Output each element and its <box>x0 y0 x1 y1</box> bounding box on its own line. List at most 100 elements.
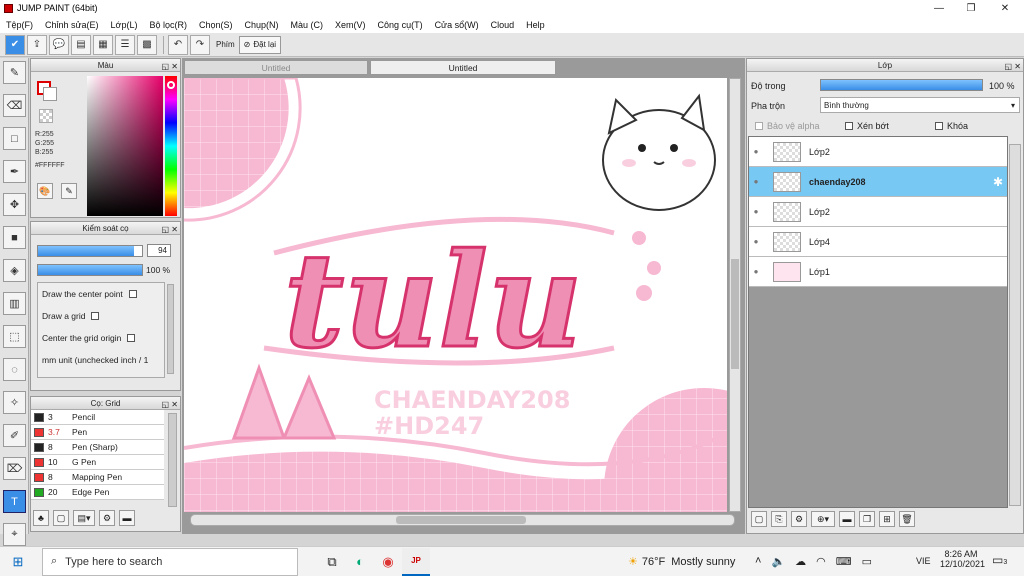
transparent-color-swatch[interactable] <box>39 109 53 123</box>
copy-layer-icon[interactable]: ⎘ <box>771 511 787 527</box>
checkbox[interactable] <box>935 122 943 130</box>
layer-list-scrollbar[interactable] <box>1009 144 1021 506</box>
vertical-scrollbar[interactable] <box>729 78 741 512</box>
eye-icon[interactable]: ● <box>749 237 763 246</box>
menu-color[interactable]: Màu (C) <box>291 20 324 30</box>
wifi-icon[interactable]: ◠ <box>816 555 826 568</box>
brush-settings-icon[interactable]: ⚙ <box>99 510 115 526</box>
menu-edit[interactable]: Chỉnh sửa(E) <box>45 20 99 30</box>
clock[interactable]: 8:26 AM 12/10/2021 <box>940 549 985 569</box>
windows-start-icon[interactable]: ⊞ <box>4 548 32 576</box>
checkbox[interactable] <box>91 312 100 320</box>
eyedropper-tool-icon[interactable]: ⌖ <box>3 523 26 546</box>
move-tool-icon[interactable]: ✥ <box>3 193 26 216</box>
brush-tool-icon[interactable]: ✎ <box>3 61 26 84</box>
delete-layer-icon[interactable]: 🗑 <box>899 511 915 527</box>
grid-icon[interactable]: ▩ <box>137 34 157 55</box>
menu-tools[interactable]: Công cụ(T) <box>378 20 423 30</box>
select-eraser-tool-icon[interactable]: ⌦ <box>3 457 26 480</box>
language-indicator[interactable]: VIE <box>916 556 931 566</box>
layer-settings-icon[interactable]: ⚙ <box>791 511 807 527</box>
vertical-scrollbar-thumb[interactable] <box>731 259 739 369</box>
chevron-up-icon[interactable]: ˄ <box>755 555 761 568</box>
checkbox[interactable] <box>128 290 137 298</box>
gradient-tool-icon[interactable]: ▥ <box>3 292 26 315</box>
battery-icon[interactable]: ▭ <box>862 555 872 568</box>
fill-shape-tool-icon[interactable]: ■ <box>3 226 26 249</box>
notification-icon[interactable]: ▭3 <box>992 553 1007 567</box>
rect-select-tool-icon[interactable]: □ <box>3 127 26 150</box>
search-box[interactable]: ⌕ Type here to search <box>42 547 298 576</box>
minimize-button[interactable]: — <box>924 0 954 16</box>
menu-window[interactable]: Cửa sổ(W) <box>435 20 479 30</box>
eye-icon[interactable]: ● <box>749 177 763 186</box>
palette-edit-icon[interactable]: ✎ <box>61 183 77 199</box>
brush-item[interactable]: 20 Edge Pen <box>31 485 164 500</box>
brush-item[interactable]: 3 Pencil <box>31 410 164 425</box>
protect-alpha-option[interactable]: Bảo vệ alpha <box>755 121 820 131</box>
brush-opacity-slider[interactable] <box>37 264 143 276</box>
horizontal-scrollbar-thumb[interactable] <box>396 516 526 524</box>
menu-cloud[interactable]: Cloud <box>491 20 515 30</box>
brush-tree-icon[interactable]: ♣ <box>33 510 49 526</box>
cloud-icon[interactable]: ☁ <box>795 555 806 568</box>
edge-icon[interactable]: ◐ <box>346 548 374 576</box>
keyboard-icon[interactable]: ⌨ <box>836 555 852 568</box>
eraser-tool-icon[interactable]: ⌫ <box>3 94 26 117</box>
comment-icon[interactable]: 💬 <box>49 34 69 55</box>
pen-tool-icon[interactable]: ✒ <box>3 160 26 183</box>
new-brush-icon[interactable]: ▢ <box>53 510 69 526</box>
background-color-swatch[interactable] <box>43 87 57 101</box>
menu-filter[interactable]: Bộ lọc(R) <box>149 20 187 30</box>
brush-list-scrollbar[interactable] <box>168 413 177 507</box>
brush-menu-icon[interactable]: ▤▾ <box>73 510 95 526</box>
checkbox[interactable] <box>127 334 136 342</box>
layer-opacity-slider[interactable] <box>820 79 983 91</box>
task-view-icon[interactable]: ⧉ <box>318 548 346 576</box>
menu-help[interactable]: Help <box>526 20 545 30</box>
layer-row[interactable]: ● chaenday208 ✱ <box>749 167 1007 197</box>
speaker-icon[interactable]: 🔈 <box>771 555 785 568</box>
hue-handle[interactable] <box>167 81 175 89</box>
menu-layer[interactable]: Lớp(L) <box>111 20 138 30</box>
reset-button[interactable]: ⊘ Đặt lại <box>238 35 282 54</box>
layer-row[interactable]: ● Lớp1 <box>749 257 1007 287</box>
list-icon[interactable]: ☰ <box>115 34 135 55</box>
horizontal-scrollbar[interactable] <box>190 514 735 526</box>
checkbox[interactable] <box>845 122 853 130</box>
lock-option[interactable]: Khóa <box>935 121 968 131</box>
eye-icon[interactable]: ● <box>749 267 763 276</box>
panel-controls-icon[interactable]: ◱ ✕ <box>162 223 178 236</box>
undo-icon[interactable]: ↶ <box>168 34 188 55</box>
option-mm-unit[interactable]: mm unit (unchecked inch / 1 <box>38 349 164 371</box>
panel-controls-icon[interactable]: ◱ ✕ <box>1005 60 1021 73</box>
jump-paint-taskbar-icon[interactable]: JP <box>402 547 430 576</box>
magic-wand-tool-icon[interactable]: ✧ <box>3 391 26 414</box>
brush-folder-icon[interactable]: ▬ <box>119 510 135 526</box>
hue-slider[interactable] <box>165 76 177 216</box>
folder-icon[interactable]: ▬ <box>839 511 855 527</box>
weather-widget[interactable]: ☀ 76°F Mostly sunny <box>628 555 735 569</box>
drawing-canvas[interactable]: tulu CHAENDAY208 #HD247 <box>184 78 727 512</box>
saturation-value-picker[interactable] <box>87 76 163 216</box>
merge-icon[interactable]: ⊞ <box>879 511 895 527</box>
options-scrollbar[interactable] <box>167 284 174 374</box>
menu-view[interactable]: Xem(V) <box>335 20 366 30</box>
document-icon[interactable]: ▦ <box>93 34 113 55</box>
layer-row[interactable]: ● Lớp2 <box>749 197 1007 227</box>
menu-file[interactable]: Tệp(F) <box>6 20 33 30</box>
new-layer-icon[interactable]: ▢ <box>751 511 767 527</box>
duplicate-icon[interactable]: ❐ <box>859 511 875 527</box>
gear-icon[interactable]: ✱ <box>993 175 1003 189</box>
maximize-button[interactable]: ❐ <box>956 0 986 16</box>
brush-item[interactable]: 3.7 Pen <box>31 425 164 440</box>
checkbox[interactable] <box>755 122 763 130</box>
tab-untitled-2[interactable]: Untitled <box>370 60 556 75</box>
brush-item[interactable]: 8 Mapping Pen <box>31 470 164 485</box>
option-draw-center[interactable]: Draw the center point <box>38 283 164 305</box>
panel-controls-icon[interactable]: ◱ ✕ <box>162 398 178 411</box>
layer-row[interactable]: ● Lớp4 <box>749 227 1007 257</box>
select-tool-icon[interactable]: ⬚ <box>3 325 26 348</box>
tab-untitled-1[interactable]: Untitled <box>184 60 368 75</box>
palette-icon[interactable]: 🎨 <box>37 183 53 199</box>
